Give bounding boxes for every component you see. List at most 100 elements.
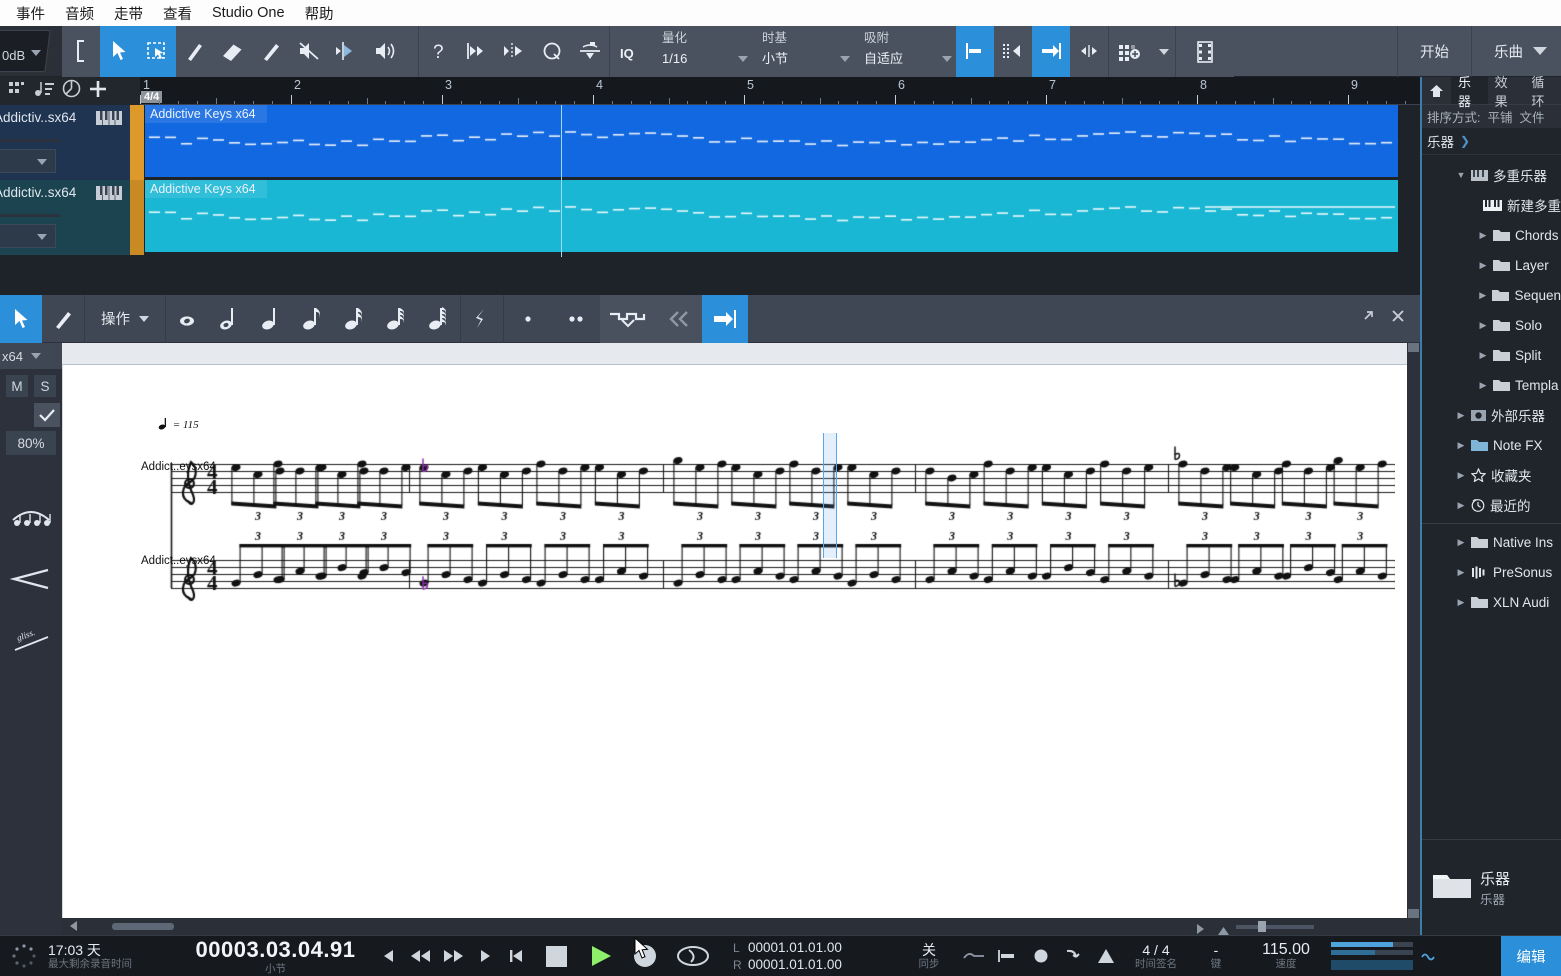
stop-button[interactable] [533, 936, 579, 976]
track-volume-slider[interactable] [0, 139, 60, 142]
sort-option-tile[interactable]: 平铺 [1487, 107, 1512, 126]
metronome-icon[interactable] [1025, 936, 1057, 976]
add-track-icon[interactable] [87, 78, 109, 105]
quantize-q-icon[interactable] [533, 25, 571, 77]
sort-option-file[interactable]: 文件 [1520, 107, 1545, 126]
tuplet-icon[interactable] [600, 294, 656, 343]
track-header[interactable]: Addictiv..sx64 [0, 180, 130, 255]
chevron-right-icon[interactable]: ▶ [1478, 290, 1487, 301]
tree-item[interactable]: ▶ 最近的 [1422, 490, 1561, 520]
loop-indicator-icon[interactable] [1419, 950, 1437, 968]
chevron-right-icon[interactable]: ▶ [1456, 410, 1466, 421]
range-tool-icon[interactable] [62, 25, 100, 77]
chevron-down-icon[interactable] [31, 50, 41, 56]
tree-item[interactable]: ▶ Note FX [1422, 430, 1561, 460]
tree-item[interactable]: 新建多重 [1422, 190, 1561, 220]
pencil-tool-icon[interactable] [42, 295, 84, 343]
tab-instruments[interactable]: 乐器 [1451, 75, 1488, 109]
score-page[interactable]: = 115 Addict..eysx64 Addict..eysx64 [62, 365, 1395, 918]
note-selection-box[interactable] [823, 433, 837, 558]
score-enable-checkbox[interactable] [34, 403, 60, 427]
arrow-tool-icon[interactable] [100, 25, 138, 77]
eraser-tool-icon[interactable] [214, 25, 252, 77]
marquee-tool-icon[interactable] [138, 25, 176, 77]
tempo-icon[interactable] [62, 79, 81, 103]
tree-item[interactable]: ▶ Chords [1422, 220, 1561, 250]
whole-note-icon[interactable] [166, 295, 208, 343]
tempo-curve-icon[interactable] [957, 936, 991, 976]
loop-range-display[interactable]: L 00001.01.01.00 R 00001.01.01.00 [733, 936, 901, 976]
start-button[interactable]: 开始 [1398, 26, 1471, 76]
sixtyfourth-note-icon[interactable] [418, 295, 460, 343]
arrow-tool-icon[interactable] [0, 294, 42, 343]
menu-item-view[interactable]: 查看 [153, 1, 202, 26]
chevron-right-icon[interactable]: ▶ [1456, 597, 1466, 608]
sync-display[interactable]: 关 同步 [901, 936, 957, 976]
snap-to-event-icon[interactable] [994, 25, 1032, 77]
loop-button[interactable] [667, 936, 719, 976]
home-icon[interactable] [1422, 77, 1451, 104]
track-record-bar[interactable] [130, 105, 144, 180]
snap-start-icon[interactable] [457, 25, 495, 77]
tree-item[interactable]: ▶ PreSonus [1422, 557, 1561, 587]
grid-dropdown-chevron[interactable] [1153, 26, 1175, 77]
chevron-down-icon[interactable] [738, 56, 748, 62]
remaining-time-display[interactable]: 17:03 天 最大剩余录音时间 [48, 936, 178, 976]
snap-relative-icon[interactable] [1070, 25, 1108, 77]
zoom-slider-thumb[interactable] [1258, 921, 1266, 932]
tree-item[interactable]: ▶ Solo [1422, 310, 1561, 340]
track-volume-slider[interactable] [0, 214, 60, 217]
tree-item[interactable]: ▶ XLN Audi [1422, 587, 1561, 617]
quarter-note-icon[interactable] [250, 295, 292, 343]
tree-item[interactable]: ▶ Templa [1422, 370, 1561, 400]
chevron-right-icon[interactable]: ▶ [1478, 380, 1488, 391]
track-input-select[interactable] [0, 224, 56, 248]
track-header[interactable]: Addictiv..sx64 [0, 105, 130, 180]
score-zoom-value[interactable]: 80% [6, 431, 56, 455]
chevron-down-icon[interactable] [942, 56, 952, 62]
action-menu-button[interactable]: 操作 [85, 308, 165, 329]
transpose-icon[interactable] [571, 25, 609, 77]
rewind-button[interactable] [405, 936, 437, 976]
snap-to-grid-icon[interactable] [1032, 25, 1070, 77]
audio-clip[interactable]: Addictive Keys x64 [145, 180, 1398, 252]
play-button[interactable] [579, 936, 623, 976]
tree-item[interactable]: ▶ Sequen [1422, 280, 1561, 310]
marker-icon[interactable] [991, 936, 1025, 976]
audio-clip[interactable]: Addictive Keys x64 [145, 105, 1398, 177]
bend-tool-icon[interactable] [328, 25, 366, 77]
snap-to-bar-icon[interactable] [956, 25, 994, 77]
solo-button[interactable]: S [34, 375, 56, 397]
tree-item[interactable]: ▼ 多重乐器 [1422, 160, 1561, 190]
mute-button[interactable]: M [6, 375, 28, 397]
master-volume-control[interactable]: 0dB [0, 26, 62, 76]
gliss-icon[interactable]: gliss. [0, 611, 62, 675]
click-icon[interactable] [1057, 936, 1089, 976]
chevron-right-icon[interactable]: ▶ [1478, 260, 1488, 271]
score-instrument-select[interactable]: x64 [0, 343, 62, 369]
chevron-right-icon[interactable]: ▶ [1478, 230, 1488, 241]
insert-arrow-icon[interactable] [702, 294, 748, 343]
quantize-field[interactable]: 量化 1/16 [652, 26, 752, 77]
playhead[interactable] [561, 105, 562, 257]
scroll-down-arrow[interactable] [1408, 909, 1419, 918]
chevron-right-icon[interactable]: ▶ [1456, 470, 1466, 481]
precount-icon[interactable] [1089, 936, 1123, 976]
song-button[interactable]: 乐曲 [1472, 26, 1561, 76]
dot-icon[interactable] [504, 295, 552, 343]
iq-button[interactable]: IQ [610, 26, 652, 77]
score-measure-ruler[interactable] [62, 343, 1407, 365]
score-sheet[interactable]: = 115 Addict..eysx64 Addict..eysx64 [62, 343, 1407, 918]
help-icon[interactable]: ? [419, 25, 457, 77]
sixteenth-note-icon[interactable] [334, 295, 376, 343]
chevron-right-icon[interactable]: ▶ [1478, 350, 1488, 361]
paint-tool-icon[interactable] [252, 25, 290, 77]
track-list-icon[interactable] [8, 80, 28, 103]
chevron-right-icon[interactable]: ▶ [1456, 537, 1466, 548]
tab-effects[interactable]: 效果 [1488, 75, 1525, 109]
double-dot-icon[interactable] [552, 295, 600, 343]
prev-marker-button[interactable] [373, 936, 405, 976]
tab-loops[interactable]: 循环 [1524, 75, 1561, 109]
scroll-left-icon[interactable] [70, 918, 78, 936]
menu-item-studio-one[interactable]: Studio One [202, 3, 295, 23]
